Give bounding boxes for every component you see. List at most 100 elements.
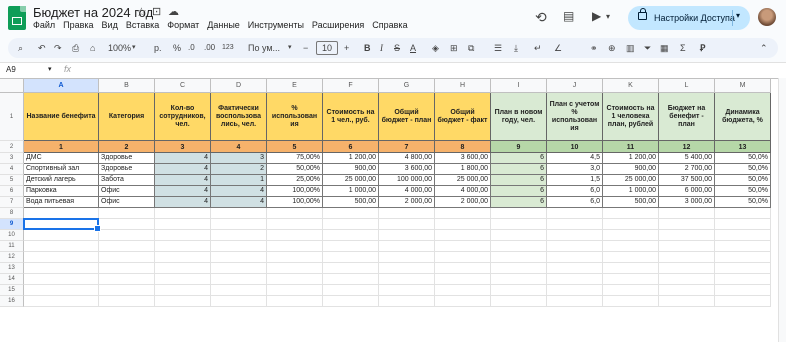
table-cell[interactable]: 1 800,00 <box>435 164 491 175</box>
redo-icon[interactable]: ↷ <box>54 40 62 56</box>
row-header[interactable]: 14 <box>0 274 24 285</box>
column-number-cell[interactable]: 8 <box>435 141 491 153</box>
column-heading-cell[interactable]: Фактически воспользова лись, чел. <box>211 93 267 141</box>
table-cell[interactable]: 6,0 <box>547 197 603 208</box>
empty-cell[interactable] <box>379 230 435 241</box>
undo-icon[interactable]: ↶ <box>38 40 46 56</box>
column-number-cell[interactable]: 4 <box>211 141 267 153</box>
merge-cells-icon[interactable]: ⧉ <box>468 40 474 56</box>
empty-cell[interactable] <box>267 230 323 241</box>
empty-cell[interactable] <box>155 252 211 263</box>
empty-cell[interactable] <box>323 230 379 241</box>
table-cell[interactable]: 3,0 <box>547 164 603 175</box>
empty-cell[interactable] <box>659 263 715 274</box>
row-header[interactable]: 8 <box>0 208 24 219</box>
empty-cell[interactable] <box>24 274 99 285</box>
empty-cell[interactable] <box>323 274 379 285</box>
avatar[interactable] <box>758 8 776 26</box>
column-header[interactable]: F <box>323 79 379 93</box>
empty-cell[interactable] <box>435 252 491 263</box>
empty-cell[interactable] <box>211 219 267 230</box>
spreadsheet-grid[interactable]: A B C D E F G H I J K L M 1 2 3 4 5 6 7 8 9 10 11 12 13 14 15 16 Назв… <box>0 78 786 342</box>
empty-cell[interactable] <box>491 252 547 263</box>
table-cell[interactable]: 500,00 <box>603 197 659 208</box>
table-cell[interactable]: 100 000,00 <box>379 175 435 186</box>
empty-cell[interactable] <box>211 263 267 274</box>
empty-cell[interactable] <box>155 241 211 252</box>
comments-icon[interactable]: ▤ <box>563 9 574 23</box>
empty-cell[interactable] <box>547 263 603 274</box>
table-cell[interactable]: 900,00 <box>323 164 379 175</box>
empty-cell[interactable] <box>603 208 659 219</box>
column-header[interactable]: G <box>379 79 435 93</box>
table-cell[interactable]: Офис <box>99 186 155 197</box>
empty-cell[interactable] <box>715 208 771 219</box>
empty-cell[interactable] <box>715 274 771 285</box>
table-cell[interactable]: 2 700,00 <box>659 164 715 175</box>
column-header[interactable]: J <box>547 79 603 93</box>
row-header[interactable]: 12 <box>0 252 24 263</box>
menu-item-format[interactable]: Формат <box>167 20 199 30</box>
empty-cell[interactable] <box>211 252 267 263</box>
table-cell[interactable]: 1 200,00 <box>323 153 379 164</box>
vertical-scrollbar[interactable] <box>778 78 786 342</box>
empty-cell[interactable] <box>24 241 99 252</box>
empty-cell[interactable] <box>267 252 323 263</box>
row-header[interactable]: 6 <box>0 186 24 197</box>
column-heading-cell[interactable]: Бюджет на бенефит - план <box>659 93 715 141</box>
table-cell[interactable]: 500,00 <box>323 197 379 208</box>
table-cell[interactable]: Вода питьевая <box>24 197 99 208</box>
table-cell[interactable]: 25 000,00 <box>323 175 379 186</box>
empty-cell[interactable] <box>491 285 547 296</box>
empty-cell[interactable] <box>715 285 771 296</box>
empty-cell[interactable] <box>267 208 323 219</box>
number-format-button[interactable]: 123 <box>222 40 234 56</box>
empty-cell[interactable] <box>659 241 715 252</box>
select-all-corner[interactable] <box>0 79 24 93</box>
menu-item-file[interactable]: Файл <box>33 20 55 30</box>
history-icon[interactable]: ⟲ <box>535 9 547 26</box>
empty-cell[interactable] <box>379 252 435 263</box>
italic-button[interactable]: I <box>380 40 383 56</box>
empty-cell[interactable] <box>547 252 603 263</box>
empty-cell[interactable] <box>715 241 771 252</box>
meet-dropdown-icon[interactable]: ▾ <box>606 12 610 21</box>
empty-cell[interactable] <box>659 219 715 230</box>
empty-cell[interactable] <box>715 263 771 274</box>
table-cell[interactable]: 5 400,00 <box>659 153 715 164</box>
table-cell[interactable]: 4 000,00 <box>435 186 491 197</box>
table-cell[interactable]: 6 <box>491 175 547 186</box>
empty-cell[interactable] <box>715 252 771 263</box>
move-folder-icon[interactable]: ⊡ <box>152 5 161 18</box>
table-cell[interactable]: 1 000,00 <box>323 186 379 197</box>
text-rotation-icon[interactable]: ∠ <box>554 40 562 56</box>
table-cell[interactable]: 4,5 <box>547 153 603 164</box>
table-cell[interactable]: 2 000,00 <box>435 197 491 208</box>
table-cell[interactable]: 50,0% <box>715 164 771 175</box>
zoom-dropdown-icon[interactable]: ▾ <box>132 40 136 56</box>
menu-item-insert[interactable]: Вставка <box>126 20 159 30</box>
fill-color-icon[interactable]: ◈ <box>432 40 439 56</box>
row-header[interactable]: 10 <box>0 230 24 241</box>
strikethrough-icon[interactable]: S <box>394 40 400 56</box>
font-size-increase-button[interactable]: + <box>344 40 349 56</box>
column-heading-cell[interactable]: План с учетом % использован ия <box>547 93 603 141</box>
percent-format-button[interactable]: % <box>173 40 181 56</box>
empty-cell[interactable] <box>715 230 771 241</box>
column-number-cell[interactable]: 12 <box>659 141 715 153</box>
table-cell[interactable]: 25 000,00 <box>435 175 491 186</box>
table-cell[interactable]: 100,00% <box>267 197 323 208</box>
table-cell[interactable]: 2 <box>211 164 267 175</box>
table-cell[interactable]: 4 <box>155 175 211 186</box>
empty-cell[interactable] <box>435 274 491 285</box>
empty-cell[interactable] <box>24 252 99 263</box>
empty-cell[interactable] <box>491 208 547 219</box>
empty-cell[interactable] <box>435 296 491 307</box>
menu-item-help[interactable]: Справка <box>372 20 407 30</box>
empty-cell[interactable] <box>211 208 267 219</box>
column-header[interactable]: I <box>491 79 547 93</box>
empty-cell[interactable] <box>323 252 379 263</box>
empty-cell[interactable] <box>267 219 323 230</box>
empty-cell[interactable] <box>267 296 323 307</box>
table-cell[interactable]: 1,5 <box>547 175 603 186</box>
